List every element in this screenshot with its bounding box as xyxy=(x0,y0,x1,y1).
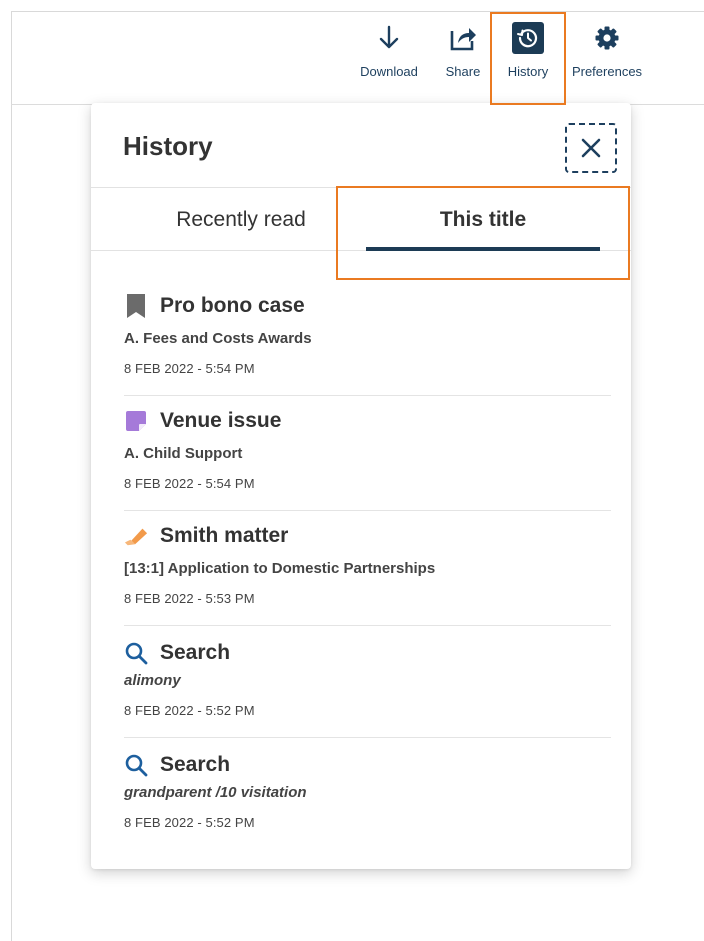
search-icon xyxy=(124,640,148,666)
item-timestamp: 8 FEB 2022 - 5:53 PM xyxy=(124,591,255,606)
tab-bar: Recently read This title xyxy=(91,188,631,251)
close-button[interactable] xyxy=(565,123,617,173)
item-timestamp: 8 FEB 2022 - 5:52 PM xyxy=(124,815,255,830)
item-search-query: alimony xyxy=(124,672,181,689)
panel-header: History xyxy=(91,103,631,188)
tab-recently-read[interactable]: Recently read xyxy=(151,188,331,251)
preferences-button[interactable]: Preferences xyxy=(568,22,646,79)
item-timestamp: 8 FEB 2022 - 5:54 PM xyxy=(124,361,255,376)
history-button[interactable]: History xyxy=(501,22,555,79)
gear-icon xyxy=(594,22,620,54)
item-title: Search xyxy=(160,753,231,776)
history-item[interactable]: Search grandparent /10 visitation 8 FEB … xyxy=(124,750,611,850)
history-label: History xyxy=(507,64,549,79)
item-title: Smith matter xyxy=(160,524,289,547)
history-icon xyxy=(512,22,544,54)
history-item[interactable]: Venue issue A. Child Support 8 FEB 2022 … xyxy=(124,406,611,511)
download-label: Download xyxy=(360,64,418,79)
item-title: Pro bono case xyxy=(160,294,305,317)
item-subtitle: A. Fees and Costs Awards xyxy=(124,330,312,347)
item-title: Search xyxy=(160,641,231,664)
highlighter-icon xyxy=(124,523,148,549)
item-subtitle: [13:1] Application to Domestic Partnersh… xyxy=(124,560,436,577)
item-subtitle: A. Child Support xyxy=(124,445,243,462)
item-title: Venue issue xyxy=(160,409,282,432)
share-icon xyxy=(448,22,478,54)
share-label: Share xyxy=(445,64,481,79)
history-item[interactable]: Pro bono case A. Fees and Costs Awards 8… xyxy=(124,291,611,396)
tab-this-title[interactable]: This title xyxy=(366,188,600,251)
search-icon xyxy=(124,752,148,778)
history-item[interactable]: Smith matter [13:1] Application to Domes… xyxy=(124,521,611,626)
note-icon xyxy=(124,408,148,434)
history-panel: History Recently read This title Pro bon… xyxy=(91,103,631,869)
download-icon xyxy=(379,22,399,54)
share-button[interactable]: Share xyxy=(441,22,485,79)
bookmark-icon xyxy=(124,293,148,319)
panel-title: History xyxy=(123,131,213,161)
close-icon xyxy=(581,138,601,158)
history-item[interactable]: Search alimony 8 FEB 2022 - 5:52 PM xyxy=(124,638,611,738)
item-timestamp: 8 FEB 2022 - 5:52 PM xyxy=(124,703,255,718)
preferences-label: Preferences xyxy=(571,64,643,79)
item-timestamp: 8 FEB 2022 - 5:54 PM xyxy=(124,476,255,491)
download-button[interactable]: Download xyxy=(357,22,421,79)
item-search-query: grandparent /10 visitation xyxy=(124,784,307,801)
